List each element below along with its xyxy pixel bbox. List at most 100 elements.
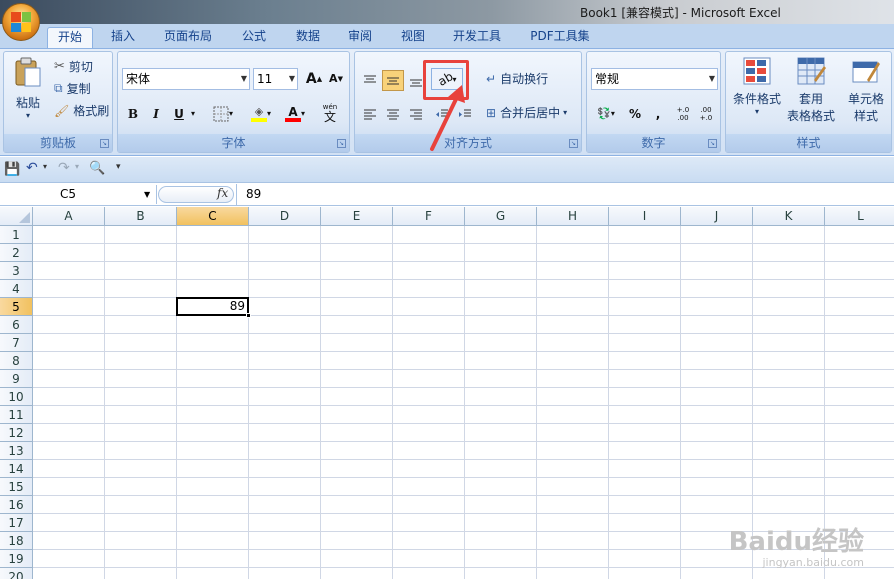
row-header[interactable]: 10 [0, 388, 33, 406]
row-header[interactable]: 8 [0, 352, 33, 370]
format-as-table-label-2: 表格格式 [786, 109, 835, 123]
row-header[interactable]: 14 [0, 460, 33, 478]
row-header[interactable]: 12 [0, 424, 33, 442]
row-header[interactable]: 16 [0, 496, 33, 514]
row-header[interactable]: 5 [0, 298, 33, 316]
row-header[interactable]: 4 [0, 280, 33, 298]
percent-button[interactable]: % [624, 103, 646, 124]
top-align-button[interactable] [359, 70, 381, 91]
redo-dropdown-icon[interactable]: ▾ [75, 162, 79, 171]
wrap-text-button[interactable]: ↵ 自动换行 [486, 70, 548, 87]
formula-input[interactable]: 89 [236, 184, 894, 205]
undo-icon[interactable]: ↶ [26, 160, 38, 176]
redo-icon[interactable]: ↷ [58, 160, 70, 176]
comma-style-button[interactable]: , [647, 103, 669, 124]
column-header[interactable]: C [177, 207, 249, 226]
row-header[interactable]: 2 [0, 244, 33, 262]
clipboard-launcher-icon[interactable]: ↘ [100, 139, 109, 148]
fill-handle[interactable] [246, 313, 251, 318]
tab-view[interactable]: 视图 [391, 27, 435, 48]
tab-page-layout[interactable]: 页面布局 [155, 27, 221, 48]
column-header[interactable]: D [249, 207, 321, 226]
font-color-button[interactable]: A ▾ [278, 103, 312, 124]
worksheet-grid[interactable]: A B C D E F G H I J K L 1 2 3 4 5 6 7 8 9 10 11 12 13 14 15 16 17 18 1… [0, 207, 894, 579]
select-all-button[interactable] [0, 207, 33, 226]
italic-button[interactable]: I [145, 103, 167, 124]
column-header[interactable]: L [825, 207, 894, 226]
tab-data[interactable]: 数据 [286, 27, 330, 48]
number-format-combo[interactable]: 常规 ▼ [591, 68, 718, 90]
underline-dropdown-icon[interactable]: ▾ [188, 103, 198, 124]
number-launcher-icon[interactable]: ↘ [708, 139, 717, 148]
underline-button[interactable]: U [168, 103, 190, 124]
format-painter-button[interactable]: 🖌 格式刷 [54, 102, 109, 119]
insert-function-icon[interactable]: fx [217, 186, 228, 200]
grow-font-icon: A [305, 70, 317, 87]
row-header[interactable]: 18 [0, 532, 33, 550]
phonetic-button[interactable]: wén 文 [314, 101, 346, 125]
borders-button[interactable]: ▾ [206, 103, 240, 124]
column-header[interactable]: J [681, 207, 753, 226]
tab-insert[interactable]: 插入 [102, 27, 144, 48]
column-header[interactable]: A [33, 207, 105, 226]
fill-bucket-icon: ◈ [250, 105, 267, 122]
row-header[interactable]: 11 [0, 406, 33, 424]
undo-dropdown-icon[interactable]: ▾ [43, 162, 47, 171]
tab-pdf-tools[interactable]: PDF工具集 [522, 27, 598, 48]
copy-button[interactable]: ⧉ 复制 [54, 80, 91, 97]
tab-home[interactable]: 开始 [47, 27, 93, 48]
increase-decimal-button[interactable]: +.0 .00 [672, 103, 694, 124]
column-header[interactable]: K [753, 207, 825, 226]
format-as-table-button[interactable]: 套用 表格格式 [782, 56, 840, 130]
print-preview-icon[interactable]: 🔍 [89, 161, 105, 176]
tab-developer[interactable]: 开发工具 [444, 27, 510, 48]
row-header[interactable]: 6 [0, 316, 33, 334]
row-header[interactable]: 3 [0, 262, 33, 280]
row-header[interactable]: 1 [0, 226, 33, 244]
row-header[interactable]: 13 [0, 442, 33, 460]
customize-qat-icon[interactable]: ▾ [116, 162, 121, 172]
column-header[interactable]: E [321, 207, 393, 226]
decrease-decimal-button[interactable]: .00 +.0 [695, 103, 717, 124]
tab-review[interactable]: 审阅 [338, 27, 382, 48]
align-center-button[interactable] [382, 103, 404, 124]
align-left-button[interactable] [359, 103, 381, 124]
paste-button[interactable]: 粘贴 ▾ [8, 56, 48, 132]
row-header[interactable]: 9 [0, 370, 33, 388]
cell-styles-button[interactable]: 单元格 样式 [840, 56, 892, 130]
column-header[interactable]: B [105, 207, 177, 226]
office-button[interactable] [2, 3, 40, 41]
row-header[interactable]: 15 [0, 478, 33, 496]
font-size-combo[interactable]: 11 ▼ [253, 68, 298, 90]
format-as-table-label-1: 套用 [798, 92, 823, 106]
merge-cells-icon: ⊞ [486, 105, 497, 120]
font-name-combo[interactable]: 宋体 ▼ [122, 68, 250, 90]
bold-button[interactable]: B [122, 103, 144, 124]
row-header[interactable]: 7 [0, 334, 33, 352]
conditional-format-button[interactable]: 条件格式 ▾ [730, 56, 784, 130]
row-header[interactable]: 20 [0, 568, 33, 579]
font-launcher-icon[interactable]: ↘ [337, 139, 346, 148]
selected-cell[interactable]: 89 [176, 297, 249, 316]
gridline [33, 315, 894, 316]
wrap-text-icon: ↵ [486, 71, 497, 86]
merge-center-button[interactable]: ⊞ 合并后居中 ▾ [486, 104, 567, 121]
grow-font-button[interactable]: A ▲ [303, 68, 325, 89]
comma-icon: , [655, 106, 661, 121]
column-header[interactable]: G [465, 207, 537, 226]
name-box[interactable]: C5 ▼ [0, 185, 157, 204]
shrink-font-button[interactable]: A ▼ [325, 68, 347, 89]
row-header[interactable]: 19 [0, 550, 33, 568]
fill-color-button[interactable]: ◈ ▾ [244, 103, 278, 124]
middle-align-button[interactable] [382, 70, 404, 91]
accounting-format-button[interactable]: 💱 ▾ [591, 103, 621, 124]
cut-button[interactable]: ✂ 剪切 [54, 58, 93, 75]
column-header[interactable]: F [393, 207, 465, 226]
row-header[interactable]: 17 [0, 514, 33, 532]
alignment-launcher-icon[interactable]: ↘ [569, 139, 578, 148]
font-color-icon: A [284, 106, 301, 122]
column-header[interactable]: H [537, 207, 609, 226]
column-header[interactable]: I [609, 207, 681, 226]
save-icon[interactable]: 💾 [4, 162, 20, 177]
tab-formulas[interactable]: 公式 [232, 27, 276, 48]
